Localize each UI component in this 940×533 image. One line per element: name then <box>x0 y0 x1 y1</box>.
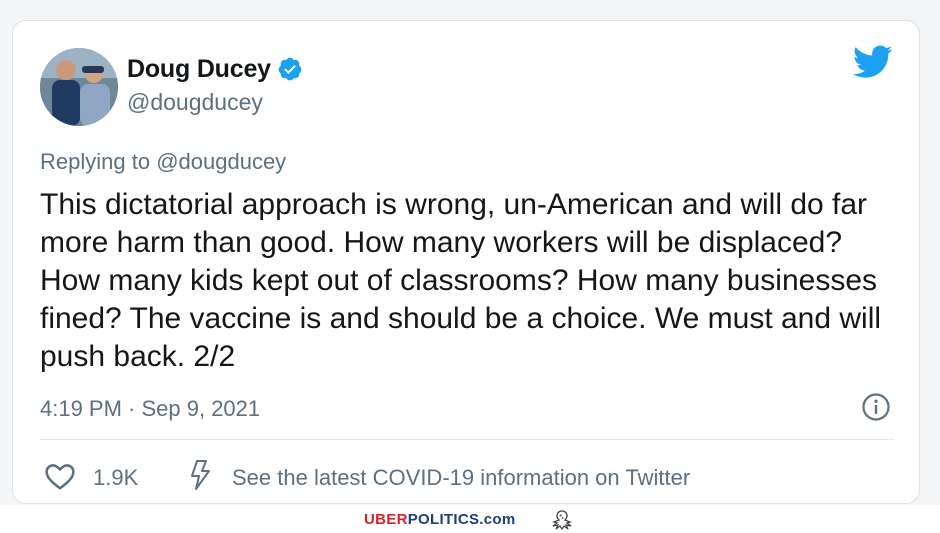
author-handle[interactable]: @dougducey <box>127 89 263 116</box>
screenshot-backdrop: Doug Ducey @dougducey Replying to @dougd… <box>0 0 940 505</box>
divider <box>40 439 894 440</box>
tweet-text: This dictatorial approach is wrong, un-A… <box>40 188 882 373</box>
twitter-bird-icon[interactable] <box>853 45 893 79</box>
watermark-brand[interactable]: UBERPOLITICS.com <box>364 511 515 528</box>
tweet-timestamp[interactable]: 4:19 PM · Sep 9, 2021 <box>40 396 260 422</box>
lightning-icon <box>191 460 210 490</box>
avatar[interactable] <box>40 48 118 126</box>
info-icon[interactable] <box>861 392 891 422</box>
reply-context: Replying to @dougducey <box>40 149 286 175</box>
verified-badge-icon <box>278 57 302 81</box>
eagle-icon <box>552 510 572 531</box>
like-count[interactable]: 1.9K <box>93 465 138 491</box>
heart-icon[interactable] <box>44 461 76 491</box>
tweet-card: Doug Ducey @dougducey Replying to @dougd… <box>12 20 920 504</box>
reply-mention-link[interactable]: @dougducey <box>156 149 286 174</box>
watermark-bar: UBERPOLITICS.com <box>0 506 940 533</box>
watermark-brand-blue: POLITICS.com <box>407 511 516 528</box>
author-name[interactable]: Doug Ducey <box>127 55 271 84</box>
covid-info-link[interactable]: See the latest COVID-19 information on T… <box>232 465 690 491</box>
watermark-brand-red: UBER <box>364 511 408 528</box>
reply-prefix: Replying to <box>40 149 151 174</box>
